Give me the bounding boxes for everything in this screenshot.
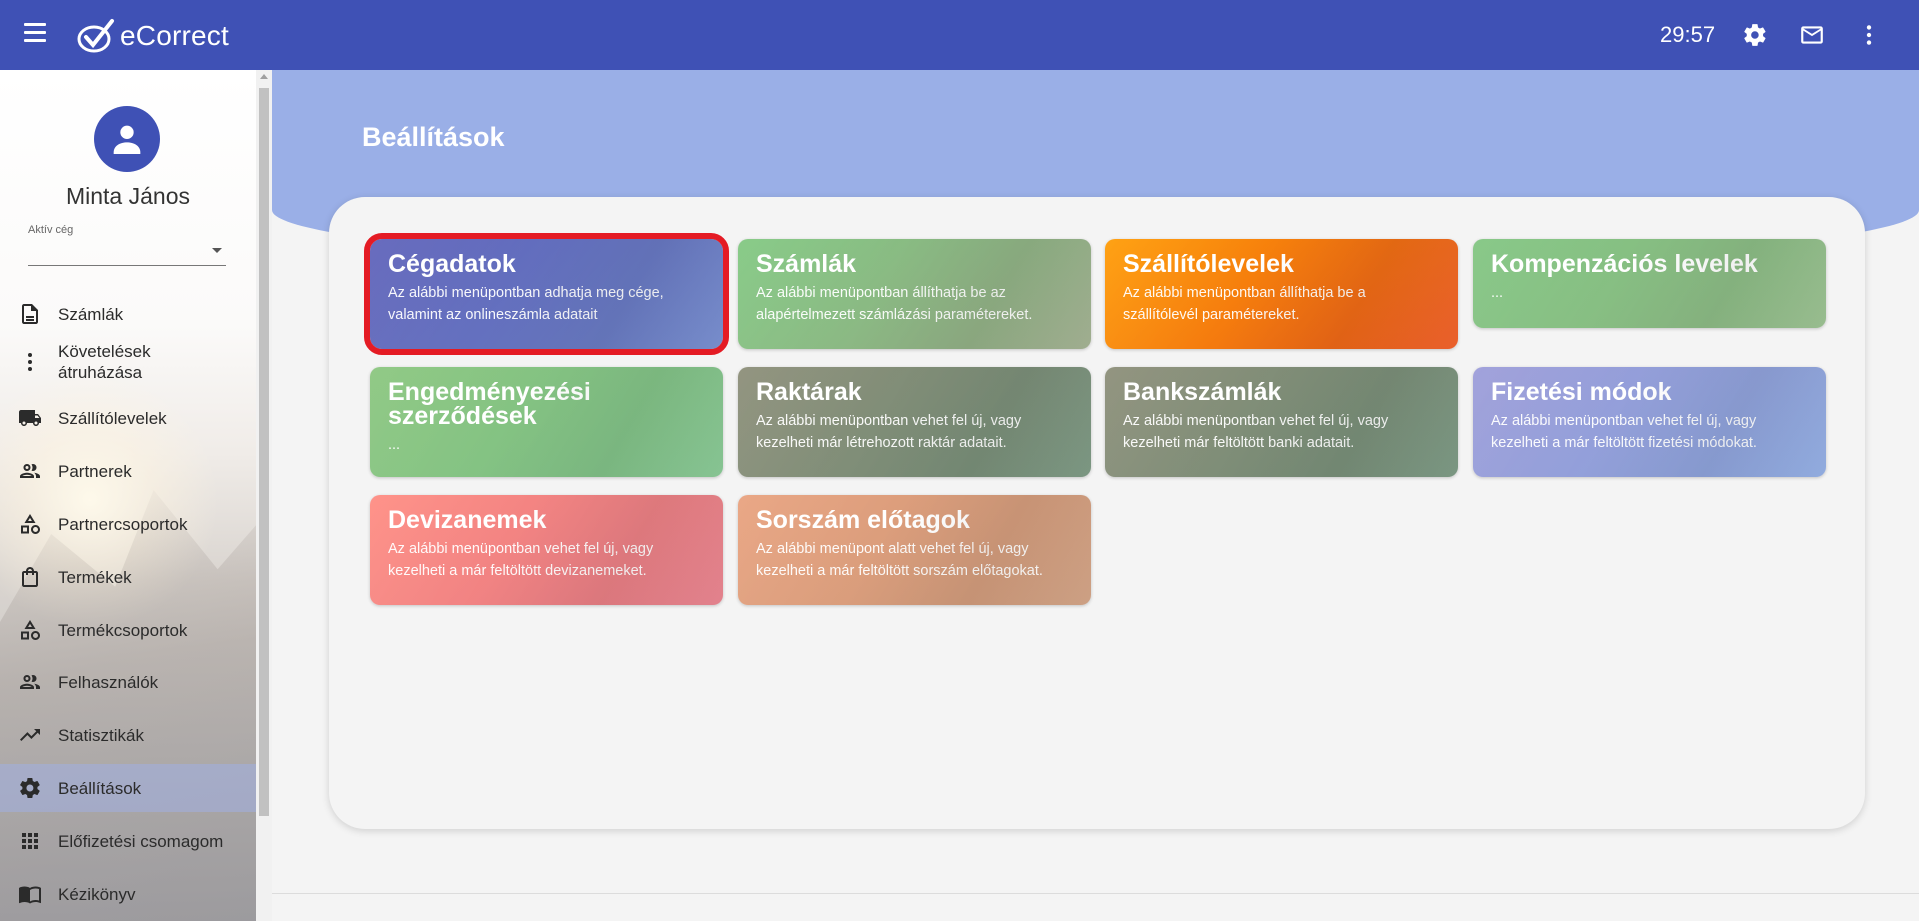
settings-card-4[interactable]: Kompenzációs levelek... (1473, 239, 1826, 328)
dropdown-caret-icon (212, 248, 222, 253)
settings-card-10[interactable]: Sorszám előtagok Az alábbi menüpont alatt… (738, 495, 1091, 605)
sidebar-item-label: Kézikönyv (58, 884, 136, 904)
settings-card-1[interactable]: Cégadatok Az alábbi menüpontban adhatja m… (364, 233, 729, 355)
settings-card-8[interactable]: Fizetési módok Az alábbi menüpontban vehe… (1473, 367, 1826, 477)
more-vert-icon[interactable] (1856, 22, 1882, 48)
card-description: Az alábbi menüpontban vehet fel új, vagy… (756, 413, 1022, 451)
app-brand-name: eCorrect (120, 20, 229, 51)
session-timer: 29:57 (1660, 22, 1716, 47)
card-description: Az alábbi menüpontban vehet fel új, vagy… (1123, 413, 1389, 451)
card-title: Bankszámlák (1123, 378, 1282, 406)
card-title: Sorszám előtagok (756, 506, 970, 534)
sidebar-item-4[interactable]: Partnerek (0, 447, 256, 495)
trending-icon (18, 723, 42, 747)
footer-divider (272, 893, 1919, 894)
card-description: Az alábbi menüpontban állíthatja be a sz… (1123, 285, 1366, 323)
sidebar-item-1[interactable]: Számlák (0, 290, 256, 338)
more-vert-icon (18, 350, 42, 374)
book-icon (18, 882, 42, 906)
sidebar-item-5[interactable]: Partnercsoportok (0, 500, 256, 548)
sidebar-item-11[interactable]: Előfizetési csomagom (0, 817, 256, 865)
sidebar-item-9[interactable]: Statisztikák (0, 711, 256, 759)
sidebar-item-2[interactable]: Követelések átruházása (0, 338, 256, 386)
sidebar: Minta János Aktív cég Számlák Követelések… (0, 70, 256, 921)
settings-card-5[interactable]: Engedményezési szerződések... (370, 367, 723, 477)
sidebar-item-label: Számlák (58, 304, 124, 324)
card-title: Devizanemek (388, 506, 547, 534)
scrollbar-thumb[interactable] (259, 88, 269, 816)
people-icon (18, 670, 42, 694)
card-description: ... (1491, 285, 1504, 301)
people-icon (18, 459, 42, 483)
sidebar-item-label: Követelések átruházása (58, 342, 151, 382)
settings-gear-icon[interactable] (1742, 22, 1768, 48)
card-title: Számlák (756, 250, 857, 278)
shopping-bag-icon (18, 565, 42, 589)
card-description: ... (388, 437, 401, 453)
scroll-up-arrow-icon[interactable] (260, 74, 268, 79)
sidebar-scrollbar[interactable] (256, 70, 272, 921)
sidebar-item-8[interactable]: Felhasználók (0, 658, 256, 706)
card-title: Engedményezési szerződések (388, 378, 591, 430)
settings-card-7[interactable]: Bankszámlák Az alábbi menüpontban vehet f… (1105, 367, 1458, 477)
check-logo-icon (77, 19, 114, 53)
sidebar-item-label: Partnercsoportok (58, 514, 188, 534)
settings-card-6[interactable]: Raktárak Az alábbi menüpontban vehet fel … (738, 367, 1091, 477)
sidebar-item-label: Partnerek (58, 461, 132, 481)
card-title: Szállítólevelek (1123, 250, 1294, 278)
user-name: Minta János (65, 183, 190, 209)
settings-card-2[interactable]: Számlák Az alábbi menüpontban állíthatja … (738, 239, 1091, 349)
truck-icon (18, 406, 42, 430)
sidebar-item-7[interactable]: Termékcsoportok (0, 606, 256, 654)
active-company-select[interactable] (28, 238, 226, 266)
active-company-label: Aktív cég (28, 224, 74, 236)
settings-panel: Cégadatok Az alábbi menüpontban adhatja m… (329, 197, 1865, 829)
sidebar-item-label: Termékcsoportok (58, 620, 188, 640)
document-icon (18, 302, 42, 326)
sidebar-item-label: Előfizetési csomagom (58, 831, 224, 851)
card-title: Raktárak (756, 378, 862, 406)
sidebar-item-label: Szállítólevelek (58, 408, 167, 428)
card-description: Az alábbi menüpont alatt vehet fel új, v… (756, 541, 1043, 579)
settings-card-3[interactable]: Szállítólevelek Az alábbi menüpontban áll… (1105, 239, 1458, 349)
sidebar-item-label: Beállítások (58, 778, 142, 798)
category-icon (18, 618, 42, 642)
card-title: Fizetési módok (1491, 378, 1672, 406)
card-title: Kompenzációs levelek (1491, 250, 1758, 278)
user-avatar-icon[interactable] (94, 106, 160, 172)
mail-icon[interactable] (1799, 22, 1825, 48)
sidebar-item-label: Statisztikák (58, 725, 144, 745)
page-title: Beállítások (362, 122, 505, 152)
app-logo[interactable]: eCorrect (76, 16, 229, 56)
category-icon (18, 512, 42, 536)
apps-grid-icon (18, 829, 42, 853)
settings-card-9[interactable]: Devizanemek Az alábbi menüpontban vehet f… (370, 495, 723, 605)
sidebar-item-3[interactable]: Szállítólevelek (0, 394, 256, 442)
gear-icon (18, 776, 42, 800)
sidebar-item-10[interactable]: Beállítások (0, 764, 256, 812)
sidebar-item-6[interactable]: Termékek (0, 553, 256, 601)
sidebar-item-label: Termékek (58, 567, 132, 587)
card-description: Az alábbi menüpontban vehet fel új, vagy… (388, 541, 654, 579)
top-app-bar: eCorrect 29:57 (0, 0, 1919, 70)
card-description: Az alábbi menüpontban vehet fel új, vagy… (1491, 413, 1757, 451)
card-title: Cégadatok (388, 250, 516, 278)
hamburger-menu-icon[interactable] (24, 23, 54, 47)
sidebar-item-label: Felhasználók (58, 672, 159, 692)
card-description: Az alábbi menüpontban adhatja meg cége, … (388, 285, 664, 323)
sidebar-item-12[interactable]: Kézikönyv (0, 870, 256, 918)
main-content: Beállítások Cégadatok Az alábbi menüpontb… (272, 70, 1919, 921)
card-description: Az alábbi menüpontban állíthatja be az a… (756, 285, 1033, 323)
